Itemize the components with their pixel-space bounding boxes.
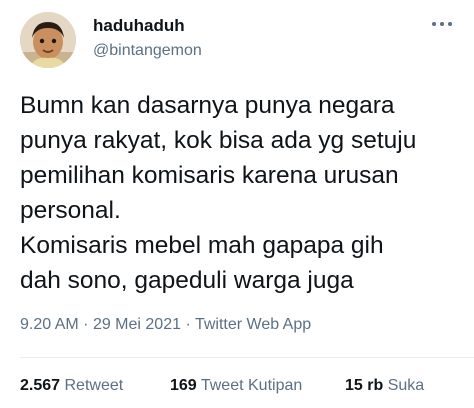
avatar[interactable] [20,12,76,68]
retweets-label: Retweet [64,377,124,394]
likes-count: 15 rb [345,377,384,394]
divider [20,357,474,358]
tweet-text-line: Komisaris mebel mah gapapa gih [20,232,384,259]
tweet-date: 29 Mei 2021 [92,316,181,333]
meta-separator: · [185,316,191,333]
tweet-card: haduhaduh @bintangemon Bumn kan dasarnya… [0,0,474,408]
avatar-photo-icon [20,12,76,68]
tweet-text-line: Bumn kan dasarnya punya negara [20,92,395,119]
quote-tweets-label: Tweet Kutipan [200,377,303,394]
meta-separator: · [83,316,89,333]
tweet-time: 9.20 AM [20,316,79,333]
retweets-stat[interactable]: 2.567 Retweet [20,377,123,395]
retweets-count: 2.567 [20,377,61,394]
tweet-meta: 9.20 AM · 29 Mei 2021 · Twitter Web App [20,316,311,334]
quote-tweets-stat[interactable]: 169 Tweet Kutipan [170,377,302,395]
user-handle[interactable]: @bintangemon [93,42,202,60]
quote-tweets-count: 169 [170,377,197,394]
more-options-icon[interactable] [431,19,453,29]
display-name[interactable]: haduhaduh [93,16,185,36]
likes-label: Suka [387,377,425,394]
tweet-text-line: pemilihan komisaris karena urusan [20,162,399,189]
tweet-text-line: personal. [20,197,121,224]
tweet-text-line: punya rakyat, kok bisa ada yg setuju [20,127,417,154]
tweet-text: Bumn kan dasarnya punya negara punya rak… [20,88,460,298]
likes-stat[interactable]: 15 rb Suka [345,377,424,395]
tweet-source-link[interactable]: Twitter Web App [195,316,311,333]
tweet-time-link[interactable]: 9.20 AM · 29 Mei 2021 [20,316,181,333]
tweet-text-line: dah sono, gapeduli warga juga [20,267,354,294]
